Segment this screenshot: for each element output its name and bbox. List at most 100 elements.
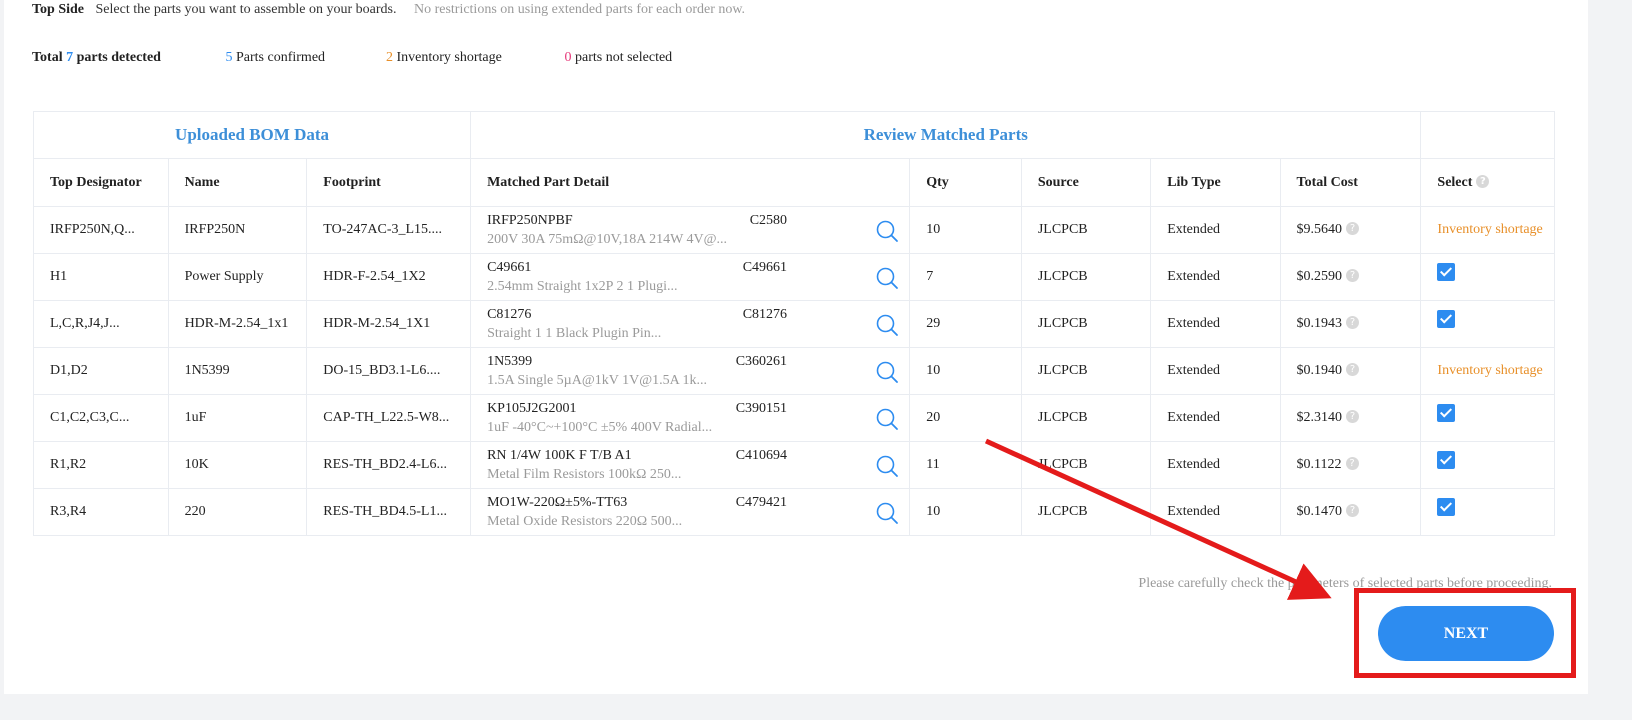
part-number[interactable]: C81276: [487, 307, 531, 323]
cell-footprint: RES-TH_BD2.4-L6...: [306, 441, 472, 489]
cell-source: JLCPCB: [1020, 441, 1152, 489]
cell-matched-part: KP105J2G2001 C390151 1uF -40°C~+100°C ±5% …: [470, 394, 911, 442]
total-prefix: Total: [32, 50, 63, 65]
cost-value: $2.3140: [1296, 410, 1343, 425]
cell-total-cost: $9.5640?: [1279, 206, 1422, 254]
cell-total-cost: $0.1943?: [1279, 300, 1422, 348]
part-code[interactable]: C360261: [736, 354, 787, 370]
cell-lib-type: Extended: [1150, 441, 1281, 489]
shortage-count: 2: [386, 50, 393, 65]
col-select-label: Select: [1437, 174, 1473, 190]
part-code[interactable]: C390151: [736, 401, 787, 417]
cell-matched-part: C49661 C49661 2.54mm Straight 1x2P 2 1 Plu…: [470, 253, 911, 301]
help-icon[interactable]: ?: [1346, 504, 1360, 517]
search-icon[interactable]: [875, 454, 899, 483]
cell-footprint: DO-15_BD3.1-L6....: [306, 347, 472, 395]
cell-name: IRFP250N: [167, 206, 308, 254]
cell-name: 1N5399: [167, 347, 308, 395]
part-number[interactable]: MO1W-220Ω±5%-TT63: [487, 495, 627, 511]
group-header-row: Uploaded BOM Data Review Matched Parts: [32, 111, 1555, 159]
bom-body: IRFP250N,Q... IRFP250N TO-247AC-3_L15.... I…: [33, 206, 1555, 536]
table-row: H1 Power Supply HDR-F-2.54_1X2 C49661 C49661…: [33, 253, 1555, 301]
part-code[interactable]: C81276: [743, 307, 787, 323]
cell-total-cost: $2.3140?: [1279, 394, 1422, 442]
cell-footprint: HDR-M-2.54_1X1: [306, 300, 472, 348]
cell-name: 220: [167, 488, 308, 536]
cell-source: JLCPCB: [1020, 300, 1152, 348]
part-code[interactable]: C479421: [736, 495, 787, 511]
part-description: Metal Oxide Resistors 220Ω 500...: [487, 513, 683, 529]
part-code[interactable]: C2580: [750, 213, 787, 229]
not-selected-count: 0: [564, 50, 572, 65]
help-icon[interactable]: ?: [1476, 174, 1490, 188]
cell-select: Inventory shortage: [1420, 206, 1555, 254]
search-icon[interactable]: [875, 266, 899, 295]
help-icon[interactable]: ?: [1346, 316, 1360, 329]
confirmed-label: Parts confirmed: [236, 50, 326, 65]
cell-lib-type: Extended: [1150, 394, 1281, 442]
side-description: Select the parts you want to assemble on…: [95, 2, 397, 17]
col-top-designator: Top Designator: [33, 158, 169, 207]
not-selected-label: parts not selected: [575, 50, 673, 65]
extended-note: No restrictions on using extended parts …: [413, 2, 746, 17]
col-qty: Qty: [909, 158, 1022, 207]
cell-matched-part: 1N5399 C360261 1.5A Single 5µA@1kV 1V@1.5A…: [470, 347, 911, 395]
col-select: Select?: [1420, 158, 1555, 207]
cell-total-cost: $0.2590?: [1279, 253, 1422, 301]
group-empty: [1420, 111, 1555, 159]
part-description: 2.54mm Straight 1x2P 2 1 Plugi...: [487, 278, 678, 294]
part-code[interactable]: C410694: [736, 448, 787, 464]
help-icon[interactable]: ?: [1346, 222, 1360, 235]
cell-qty: 20: [909, 394, 1022, 442]
shortage-label: Inventory shortage: [396, 50, 502, 65]
select-checkbox[interactable]: [1437, 309, 1456, 328]
part-number[interactable]: IRFP250NPBF: [487, 213, 573, 229]
part-number[interactable]: RN 1/4W 100K F T/B A1: [487, 448, 632, 464]
inventory-shortage-status: Inventory shortage: [1437, 222, 1543, 237]
part-description: Metal Film Resistors 100kΩ 250...: [487, 466, 682, 482]
cell-designator: D1,D2: [33, 347, 169, 395]
cell-lib-type: Extended: [1150, 347, 1281, 395]
part-number[interactable]: KP105J2G2001: [487, 401, 576, 417]
column-header-row: Top Designator Name Footprint Matched Pa…: [33, 158, 1555, 207]
cell-lib-type: Extended: [1150, 253, 1281, 301]
help-icon[interactable]: ?: [1346, 363, 1360, 376]
part-code[interactable]: C49661: [743, 260, 787, 276]
group-review-matched: Review Matched Parts: [470, 111, 1422, 159]
next-button[interactable]: NEXT: [1378, 606, 1554, 661]
cell-select: [1420, 300, 1555, 348]
cell-matched-part: RN 1/4W 100K F T/B A1 C410694 Metal Film R…: [470, 441, 911, 489]
search-icon[interactable]: [875, 313, 899, 342]
cell-total-cost: $0.1122?: [1279, 441, 1422, 489]
select-checkbox[interactable]: [1437, 403, 1456, 422]
select-checkbox[interactable]: [1437, 497, 1456, 516]
part-description: 1.5A Single 5µA@1kV 1V@1.5A 1k...: [487, 372, 707, 388]
col-source: Source: [1020, 158, 1152, 207]
search-icon[interactable]: [875, 219, 899, 248]
help-icon[interactable]: ?: [1346, 269, 1360, 282]
help-icon[interactable]: ?: [1345, 457, 1359, 470]
table-row: L,C,R,J4,J... HDR-M-2.54_1x1 HDR-M-2.54_1X…: [33, 300, 1555, 348]
select-checkbox[interactable]: [1437, 262, 1456, 281]
search-icon[interactable]: [875, 501, 899, 530]
help-icon[interactable]: ?: [1346, 410, 1360, 423]
total-count: 7: [66, 50, 74, 65]
search-icon[interactable]: [875, 407, 899, 436]
bom-table: Uploaded BOM Data Review Matched Parts T…: [32, 111, 1555, 536]
select-checkbox[interactable]: [1437, 450, 1456, 469]
cell-select: [1420, 441, 1555, 489]
part-description: 200V 30A 75mΩ@10V,18A 214W 4V@...: [487, 231, 728, 247]
cell-name: 10K: [167, 441, 308, 489]
cell-total-cost: $0.1940?: [1279, 347, 1422, 395]
group-uploaded-bom: Uploaded BOM Data: [32, 111, 472, 159]
cell-matched-part: IRFP250NPBF C2580 200V 30A 75mΩ@10V,18A 21…: [470, 206, 911, 254]
search-icon[interactable]: [875, 360, 899, 389]
col-name: Name: [167, 158, 308, 207]
cell-designator: C1,C2,C3,C...: [33, 394, 169, 442]
part-number[interactable]: C49661: [487, 260, 531, 276]
part-number[interactable]: 1N5399: [487, 354, 532, 370]
cost-value: $0.1943: [1296, 316, 1343, 331]
cell-select: Inventory shortage: [1420, 347, 1555, 395]
cell-select: [1420, 253, 1555, 301]
cost-value: $0.1940: [1296, 363, 1343, 378]
